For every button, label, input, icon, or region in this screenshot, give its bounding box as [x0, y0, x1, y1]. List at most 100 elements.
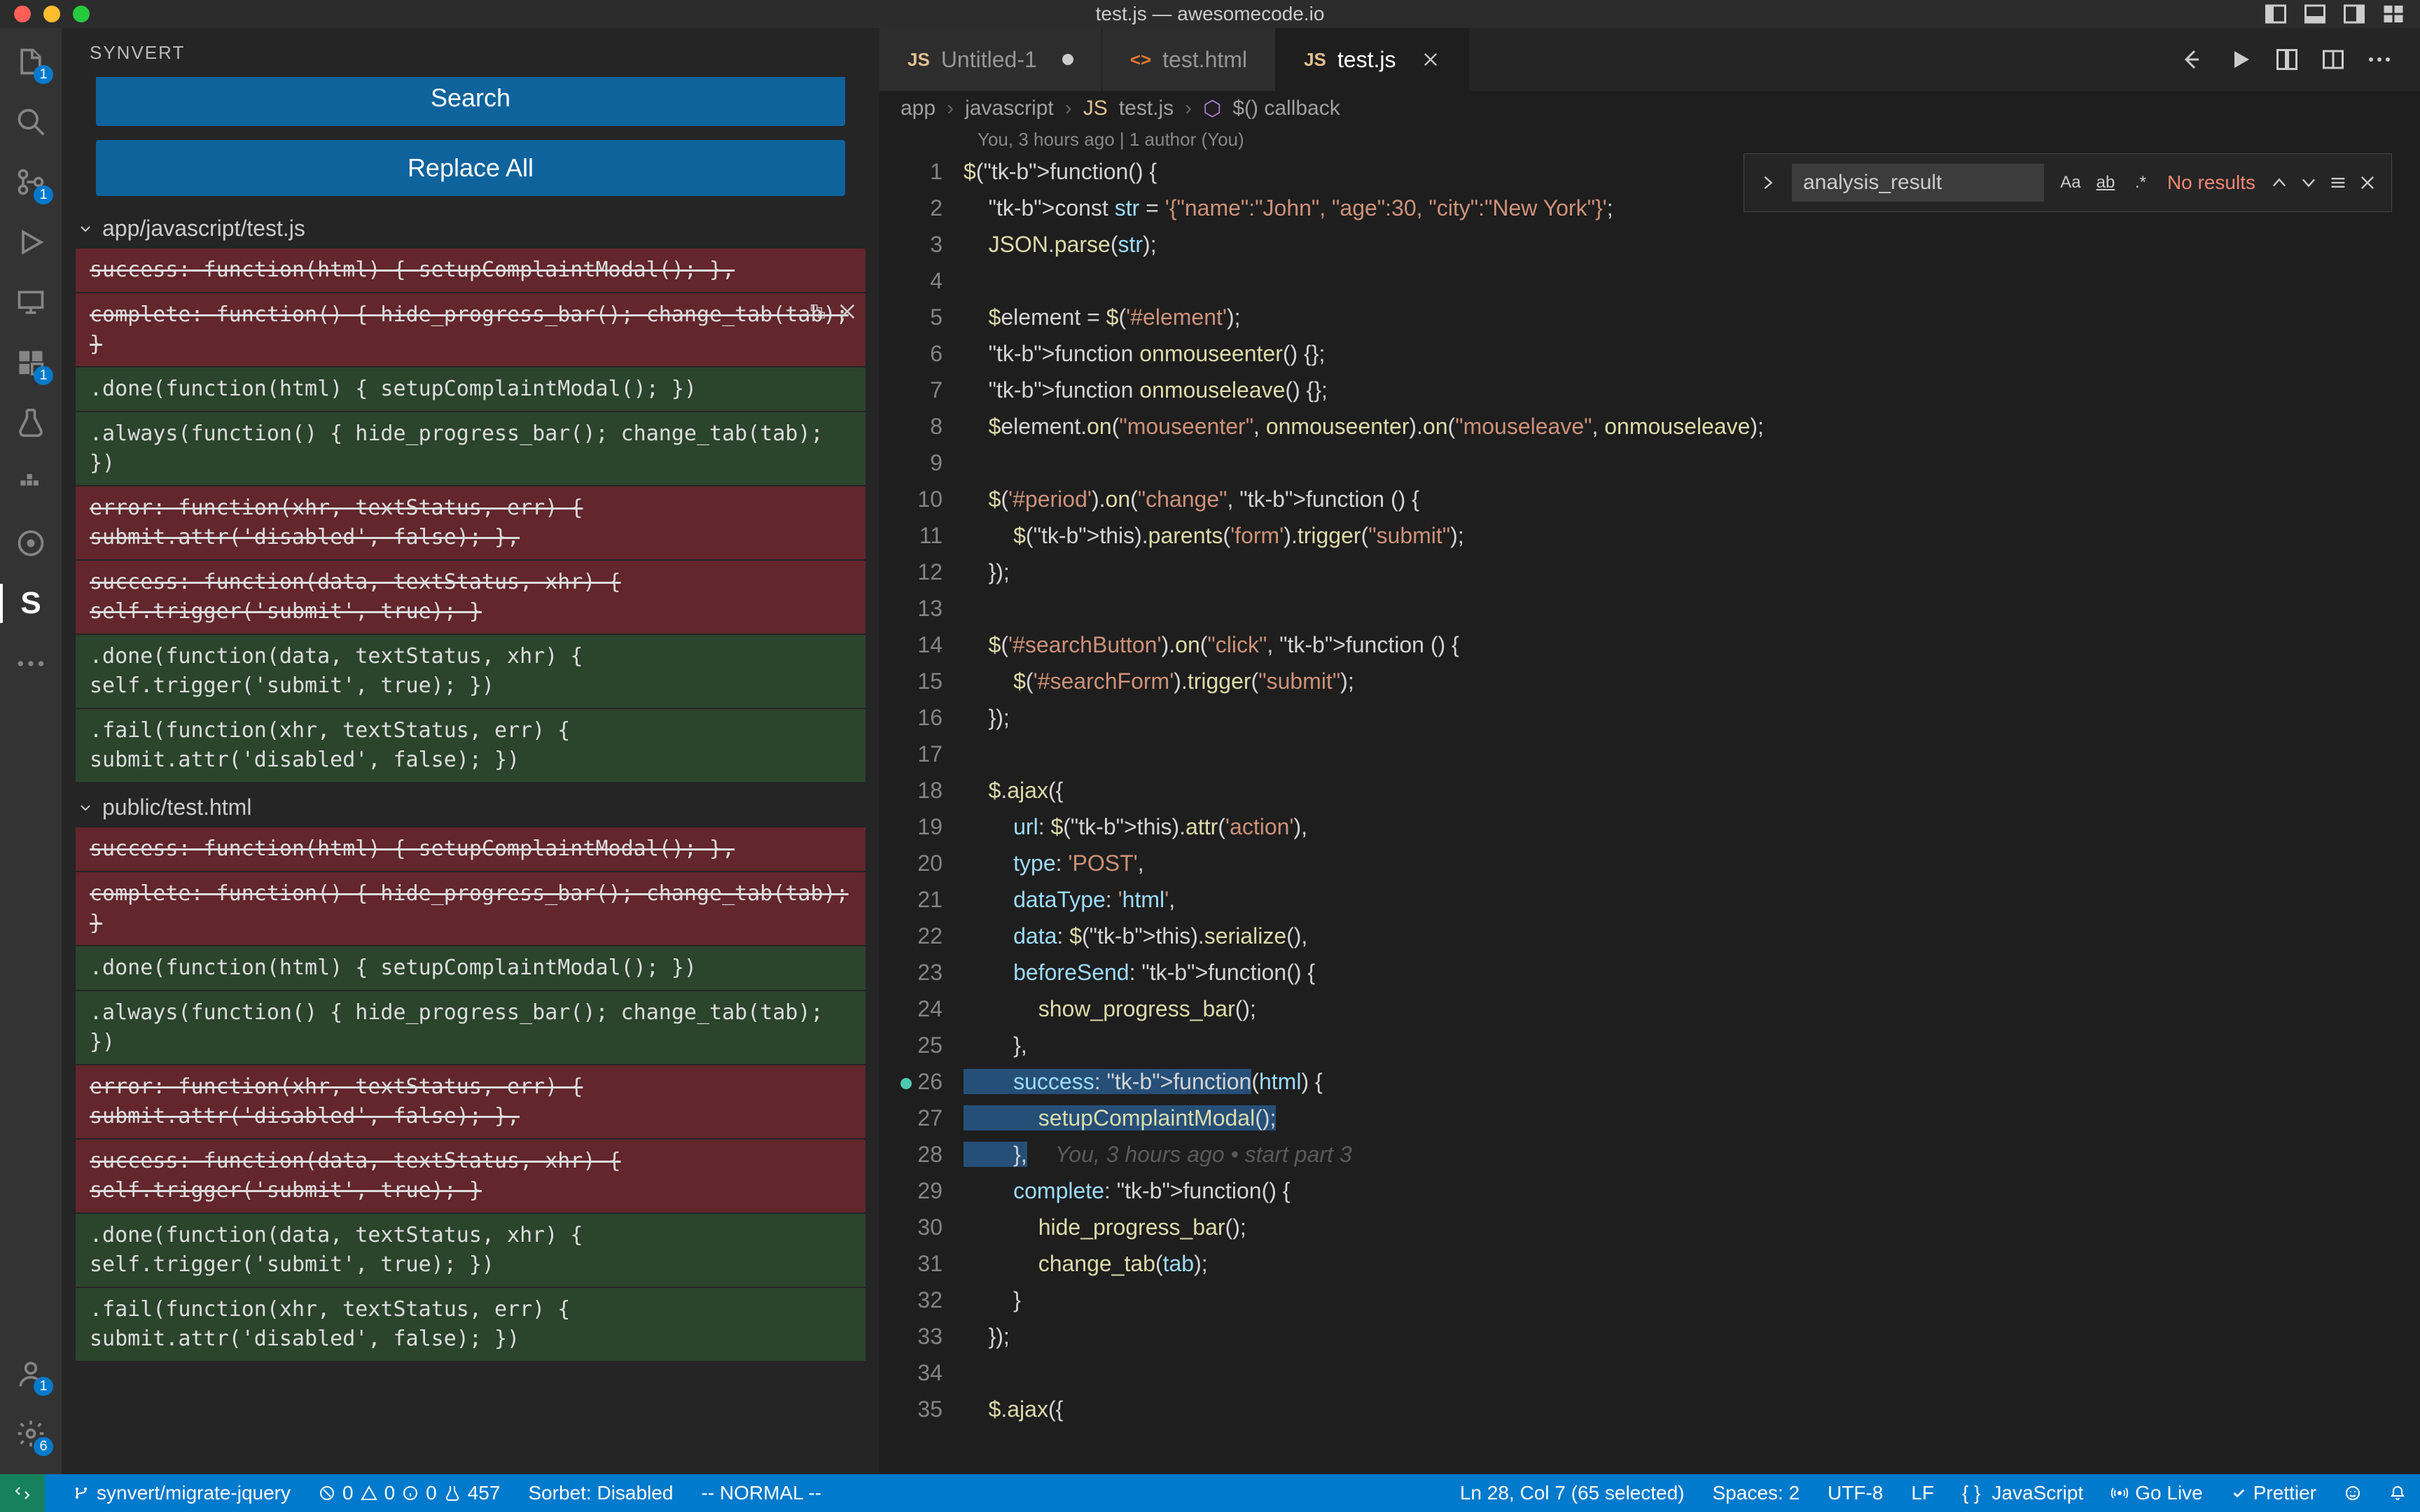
activity-run-debug[interactable]: [11, 223, 50, 262]
activity-gitlens[interactable]: [11, 524, 50, 563]
chevron-down-icon: [76, 798, 95, 818]
result-item[interactable]: success: function(data, textStatus, xhr)…: [76, 561, 865, 634]
dismiss-icon[interactable]: [836, 300, 858, 323]
prettier-status[interactable]: Prettier: [2231, 1482, 2316, 1504]
match-case-icon[interactable]: Aa: [2058, 170, 2083, 195]
breadcrumb[interactable]: app › javascript › JS test.js › ⬡ $() ca…: [879, 91, 2420, 126]
result-item[interactable]: .done(function(html) { setupComplaintMod…: [76, 946, 865, 990]
replace-all-button[interactable]: Replace All: [96, 140, 845, 196]
result-item[interactable]: error: function(xhr, textStatus, err) { …: [76, 486, 865, 559]
breadcrumb-item[interactable]: javascript: [965, 97, 1054, 120]
activity-accounts[interactable]: 1: [11, 1354, 50, 1393]
close-find-icon[interactable]: [2358, 173, 2377, 192]
activity-synvert[interactable]: S: [11, 584, 50, 623]
problems-indicator[interactable]: 0 0 0 457: [319, 1482, 500, 1504]
tabs-bar: JSUntitled-1<>test.html JS test.js: [879, 28, 2420, 91]
result-item[interactable]: success: function(html) { setupComplaint…: [76, 827, 865, 871]
tab-label: Untitled-1: [941, 47, 1037, 73]
find-next-icon[interactable]: [2299, 173, 2318, 192]
close-tab-icon[interactable]: [1421, 50, 1440, 69]
find-widget: Aa ab .* No results: [1744, 153, 2392, 212]
search-button[interactable]: Search: [96, 77, 845, 126]
result-item[interactable]: .done(function(html) { setupComplaintMod…: [76, 368, 865, 411]
find-in-selection-icon[interactable]: [2328, 173, 2348, 192]
expand-find-icon[interactable]: [1758, 173, 1778, 192]
layout-toggle-secondary-icon[interactable]: [2342, 1, 2367, 27]
layout-customize-icon[interactable]: [2381, 1, 2406, 27]
breadcrumb-item[interactable]: $() callback: [1232, 97, 1340, 120]
result-item[interactable]: .done(function(data, textStatus, xhr) { …: [76, 1214, 865, 1287]
result-file-header[interactable]: app/javascript/test.js: [76, 210, 865, 247]
breadcrumb-item[interactable]: app: [900, 97, 936, 120]
js-file-icon: JS: [1083, 97, 1108, 120]
git-branch[interactable]: synvert/migrate-jquery: [73, 1482, 291, 1504]
activity-settings[interactable]: 6: [11, 1414, 50, 1453]
activity-source-control[interactable]: 1: [11, 162, 50, 202]
result-item[interactable]: .always(function() { hide_progress_bar()…: [76, 991, 865, 1064]
remote-indicator[interactable]: [0, 1474, 45, 1512]
result-item[interactable]: .fail(function(xhr, textStatus, err) { s…: [76, 1288, 865, 1361]
close-window[interactable]: [14, 6, 31, 22]
live-server-status[interactable]: Go Live: [2111, 1482, 2203, 1504]
code-content[interactable]: $("tk-b">function() { "tk-b">const str =…: [964, 153, 2420, 1474]
go-back-icon[interactable]: [2182, 47, 2207, 72]
editor-tab[interactable]: JS test.js: [1276, 28, 1469, 91]
indent-status[interactable]: Spaces: 2: [1713, 1482, 1800, 1504]
encoding-status[interactable]: UTF-8: [1828, 1482, 1883, 1504]
more-icon[interactable]: [2367, 47, 2392, 72]
notifications-icon[interactable]: [2389, 1485, 2406, 1502]
activity-testing[interactable]: [11, 403, 50, 442]
sorbet-status[interactable]: Sorbet: Disabled: [528, 1482, 673, 1504]
result-item[interactable]: success: function(html) { setupComplaint…: [76, 248, 865, 292]
line-number-gutter[interactable]: 1234567891011121314151617181920212223242…: [879, 153, 964, 1474]
sidebar-title: SYNVERT: [62, 28, 879, 77]
chevron-right-icon: ›: [1065, 97, 1072, 120]
explorer-badge: 1: [34, 65, 53, 84]
layout-toggle-primary-icon[interactable]: [2263, 1, 2288, 27]
result-file-header[interactable]: public/test.html: [76, 789, 865, 826]
feedback-icon[interactable]: [2344, 1485, 2361, 1502]
activity-extensions[interactable]: 1: [11, 343, 50, 382]
language-status[interactable]: { } JavaScript: [1962, 1482, 2083, 1504]
activity-explorer[interactable]: 1: [11, 42, 50, 81]
result-item[interactable]: complete: function() { hide_progress_bar…: [76, 872, 865, 945]
find-results-count: No results: [2167, 164, 2255, 201]
breadcrumb-item[interactable]: test.js: [1119, 97, 1174, 120]
diff-icon[interactable]: [2274, 47, 2300, 72]
cursor-position[interactable]: Ln 28, Col 7 (65 selected): [1460, 1482, 1685, 1504]
result-item[interactable]: complete: function() { hide_progress_bar…: [76, 293, 865, 366]
settings-badge: 6: [34, 1437, 53, 1456]
activity-overflow[interactable]: [11, 644, 50, 683]
minimize-window[interactable]: [43, 6, 60, 22]
match-whole-word-icon[interactable]: ab: [2093, 170, 2118, 195]
accounts-badge: 1: [34, 1377, 53, 1396]
editor-tab[interactable]: JSUntitled-1: [879, 28, 1102, 91]
find-previous-icon[interactable]: [2269, 173, 2289, 192]
status-bar: synvert/migrate-jquery 0 0 0 457 Sorbet:…: [0, 1474, 2420, 1512]
result-item[interactable]: success: function(data, textStatus, xhr)…: [76, 1140, 865, 1212]
activity-docker[interactable]: [11, 463, 50, 503]
apply-icon[interactable]: [807, 300, 829, 323]
activity-remote-explorer[interactable]: [11, 283, 50, 322]
eol-status[interactable]: LF: [1911, 1482, 1934, 1504]
regex-icon[interactable]: .*: [2128, 170, 2153, 195]
run-icon[interactable]: [2228, 47, 2253, 72]
maximize-window[interactable]: [73, 6, 90, 22]
html-file-icon: <>: [1130, 49, 1151, 71]
code-editor[interactable]: Aa ab .* No results 12345678910111213141…: [879, 153, 2420, 1474]
find-input[interactable]: [1792, 164, 2044, 202]
titlebar: test.js — awesomecode.io: [0, 0, 2420, 28]
tab-label: test.js: [1337, 47, 1396, 73]
result-item[interactable]: error: function(xhr, textStatus, err) { …: [76, 1065, 865, 1138]
result-item[interactable]: .always(function() { hide_progress_bar()…: [76, 412, 865, 485]
activity-bar: 1 1 1 S: [0, 28, 62, 1474]
result-file-group: app/javascript/test.jssuccess: function(…: [76, 210, 865, 782]
result-item[interactable]: .done(function(data, textStatus, xhr) { …: [76, 635, 865, 708]
split-editor-icon[interactable]: [2321, 47, 2346, 72]
js-file-icon: JS: [1304, 49, 1326, 71]
layout-toggle-panel-icon[interactable]: [2302, 1, 2328, 27]
result-item[interactable]: .fail(function(xhr, textStatus, err) { s…: [76, 709, 865, 782]
activity-search[interactable]: [11, 102, 50, 141]
editor-tab[interactable]: <>test.html: [1102, 28, 1276, 91]
window-title: test.js — awesomecode.io: [1096, 3, 1325, 25]
